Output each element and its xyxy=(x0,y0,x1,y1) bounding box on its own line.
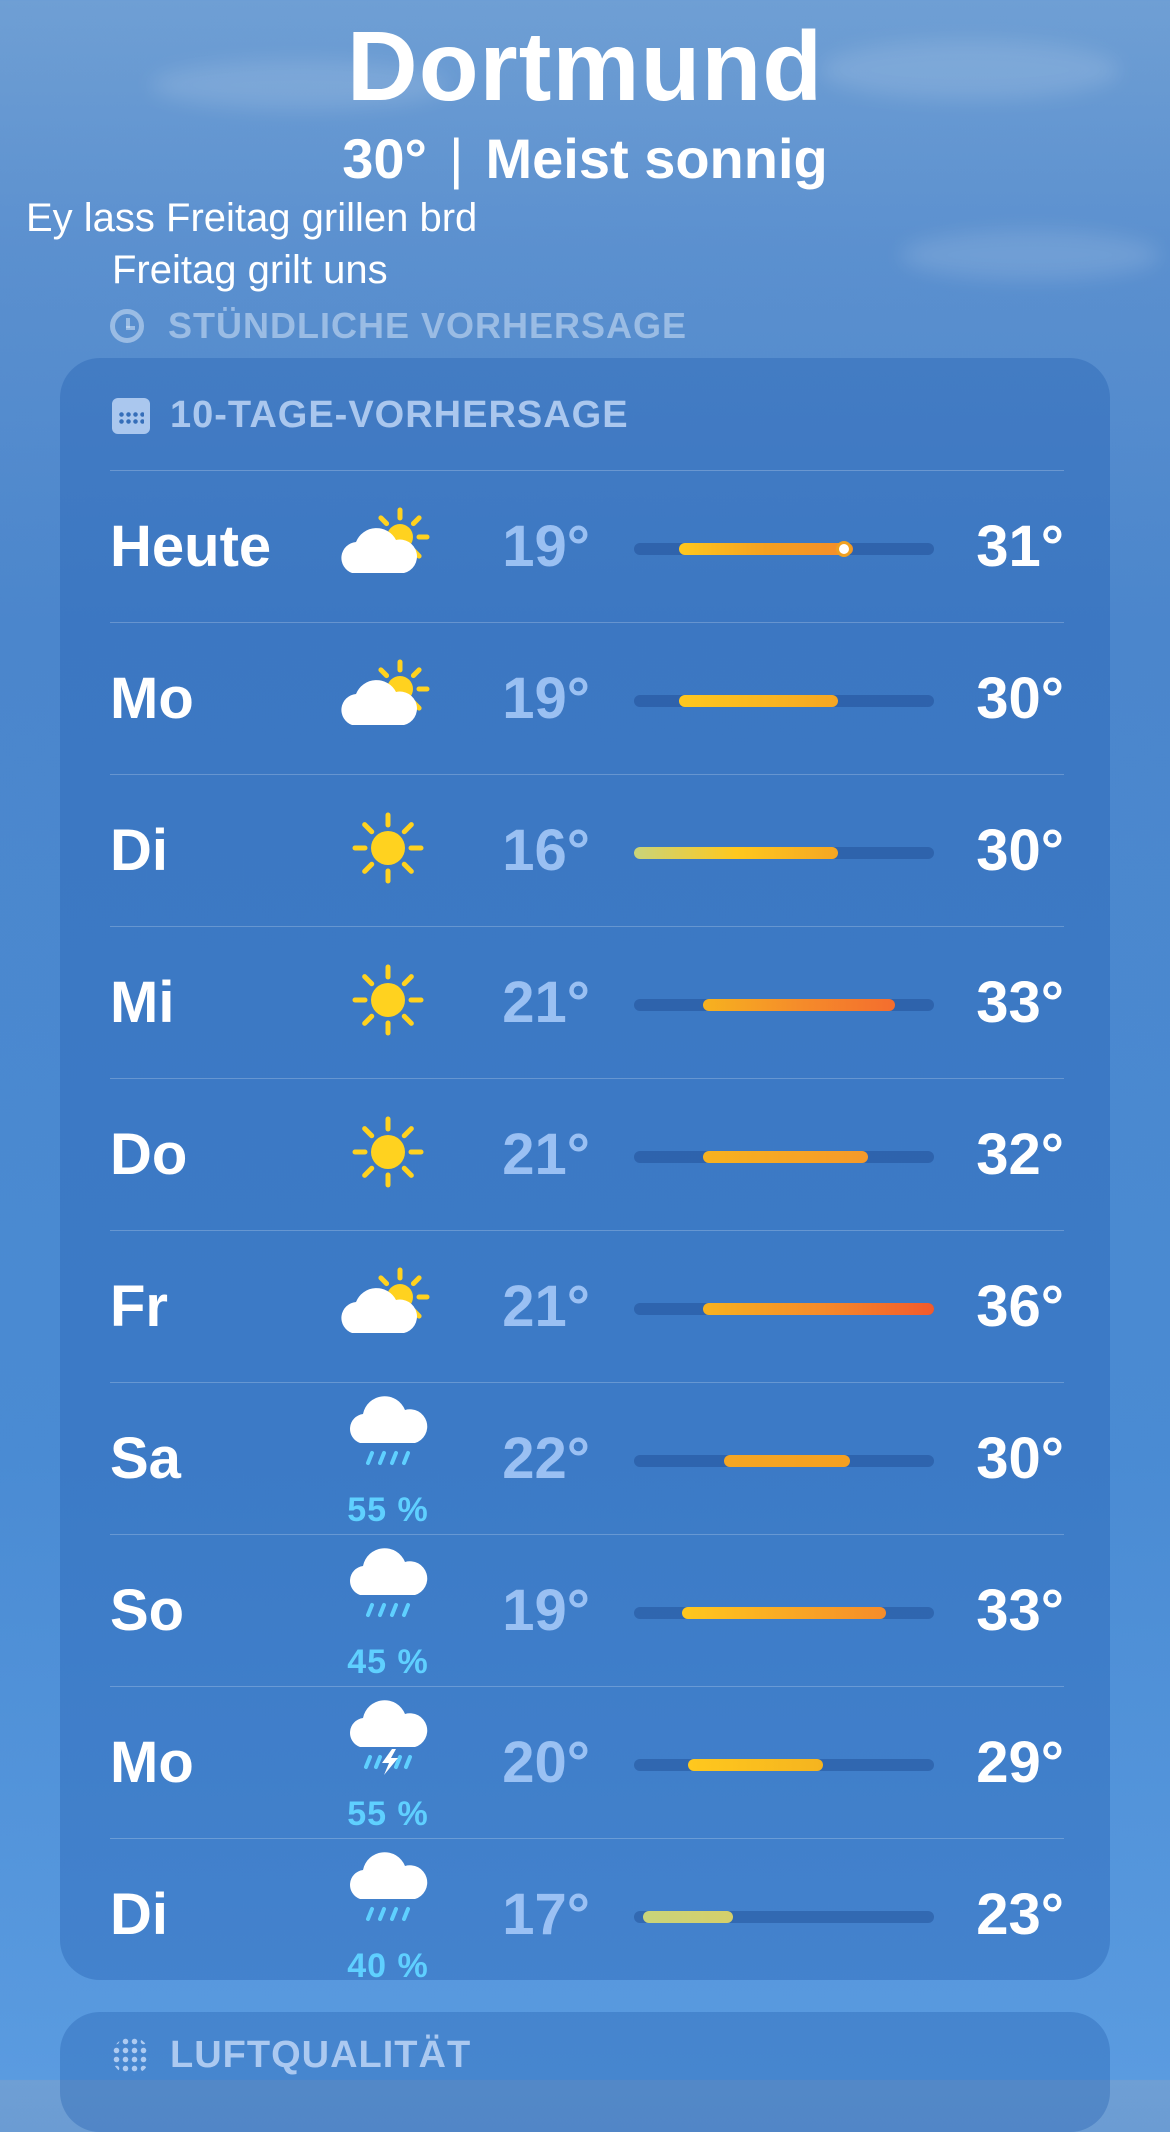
air-quality-header: LUFTQUALITÄT xyxy=(112,2034,471,2077)
sky-cloud xyxy=(900,230,1160,280)
air-quality-card[interactable]: LUFTQUALITÄT xyxy=(60,2012,1110,2132)
low-temp: 17° xyxy=(502,1882,590,1947)
air-quality-icon xyxy=(112,2036,150,2075)
temperature-range-fill xyxy=(724,1455,850,1467)
high-temp: 33° xyxy=(976,1578,1064,1643)
temperature-range-fill xyxy=(634,847,838,859)
current-summary: 30° | Meist sonnig xyxy=(0,126,1170,191)
temperature-range-fill xyxy=(703,999,895,1011)
low-temp: 19° xyxy=(502,1578,590,1643)
forecast-day: Sa xyxy=(110,1426,181,1491)
forecast-day: Fr xyxy=(110,1274,168,1339)
sun-icon xyxy=(338,955,438,1045)
high-temp: 36° xyxy=(976,1274,1064,1339)
forecast-day: Do xyxy=(110,1122,188,1187)
precipitation-chance: 45 % xyxy=(347,1643,429,1681)
temperature-range-fill xyxy=(682,1607,886,1619)
low-temp: 21° xyxy=(502,1122,590,1187)
temperature-range-fill xyxy=(703,1151,868,1163)
ten-day-forecast-card[interactable]: 10-TAGE-VORHERSAGE Heute 19° 31° Mo 19° 30°… xyxy=(60,358,1110,1985)
low-temp: 20° xyxy=(502,1730,590,1795)
temperature-range-bar xyxy=(634,847,934,859)
precipitation-chance: 40 % xyxy=(347,1947,429,1985)
current-temp-indicator xyxy=(836,541,852,557)
city-name: Dortmund xyxy=(346,11,824,121)
temperature-range-bar xyxy=(634,1911,934,1923)
forecast-day: Heute xyxy=(110,514,272,579)
ten-day-forecast-header: 10-TAGE-VORHERSAGE xyxy=(112,394,629,437)
high-temp: 33° xyxy=(976,970,1064,1035)
forecast-row[interactable]: Mo 19° 30° xyxy=(110,622,1064,774)
ten-day-forecast-title: 10-TAGE-VORHERSAGE xyxy=(170,394,629,436)
forecast-row[interactable]: Do 21° 32° xyxy=(110,1078,1064,1230)
low-temp: 21° xyxy=(502,970,590,1035)
temperature-range-fill xyxy=(703,1303,934,1315)
partly-sunny-icon xyxy=(338,1259,438,1349)
high-temp: 31° xyxy=(976,514,1064,579)
forecast-day: So xyxy=(110,1578,185,1643)
temperature-range-bar xyxy=(634,695,934,707)
summary-separator: | xyxy=(448,127,464,190)
high-temp: 30° xyxy=(976,818,1064,883)
temperature-range-bar xyxy=(634,999,934,1011)
temperature-range-bar xyxy=(634,1759,934,1771)
clock-icon xyxy=(110,309,144,343)
forecast-row[interactable]: Heute 19° 31° xyxy=(110,470,1064,622)
high-temp: 30° xyxy=(976,666,1064,731)
partly-sunny-icon xyxy=(338,651,438,741)
temperature-range-bar xyxy=(634,1151,934,1163)
high-temp: 32° xyxy=(976,1122,1064,1187)
precipitation-chance: 55 % xyxy=(347,1795,429,1833)
low-temp: 22° xyxy=(502,1426,590,1491)
forecast-row[interactable]: Mo 55 % 20° 29° xyxy=(110,1686,1064,1838)
temperature-range-fill xyxy=(643,1911,733,1923)
forecast-row[interactable]: Di 16° 30° xyxy=(110,774,1064,926)
rain-icon xyxy=(338,1847,438,1937)
forecast-day: Mo xyxy=(110,1730,194,1795)
current-condition: Meist sonnig xyxy=(485,127,828,190)
rain-icon xyxy=(338,1543,438,1633)
temperature-range-bar xyxy=(634,1303,934,1315)
precipitation-chance: 55 % xyxy=(347,1491,429,1529)
high-temp: 29° xyxy=(976,1730,1064,1795)
temperature-range-fill xyxy=(679,543,853,555)
air-quality-title: LUFTQUALITÄT xyxy=(170,2034,472,2076)
forecast-row[interactable]: Sa 55 % 22° 30° xyxy=(110,1382,1064,1534)
temperature-range-bar xyxy=(634,541,934,557)
forecast-row[interactable]: Fr 21° 36° xyxy=(110,1230,1064,1382)
overlay-caption: Ey lass Freitag grillen brd xyxy=(26,196,478,240)
hourly-forecast-title: STÜNDLICHE VORHERSAGE xyxy=(168,305,688,346)
calendar-icon xyxy=(112,397,150,434)
low-temp: 21° xyxy=(502,1274,590,1339)
low-temp: 16° xyxy=(502,818,590,883)
forecast-list: Heute 19° 31° Mo 19° 30° Di 16° 30° Mi 21° 33° Do 2… xyxy=(110,470,1064,1990)
low-temp: 19° xyxy=(502,514,590,579)
temperature-range-bar xyxy=(634,1455,934,1467)
hourly-forecast-header[interactable]: STÜNDLICHE VORHERSAGE xyxy=(110,305,687,347)
high-temp: 30° xyxy=(976,1426,1064,1491)
forecast-row[interactable]: Mi 21° 33° xyxy=(110,926,1064,1078)
current-temp: 30° xyxy=(342,127,427,190)
forecast-day: Mo xyxy=(110,666,194,731)
overlay-caption: Freitag grilt uns xyxy=(112,248,388,292)
forecast-day: Mi xyxy=(110,970,175,1035)
high-temp: 23° xyxy=(976,1882,1064,1947)
forecast-day: Di xyxy=(110,818,168,883)
thunderstorm-icon xyxy=(338,1695,438,1785)
partly-sunny-icon xyxy=(338,499,438,589)
temperature-range-fill xyxy=(688,1759,823,1771)
sun-icon xyxy=(338,803,438,893)
sun-icon xyxy=(338,1107,438,1197)
low-temp: 19° xyxy=(502,666,590,731)
forecast-row[interactable]: Di 40 % 17° 23° xyxy=(110,1838,1064,1990)
temperature-range-fill xyxy=(679,695,838,707)
forecast-day: Di xyxy=(110,1882,168,1947)
forecast-row[interactable]: So 45 % 19° 33° xyxy=(110,1534,1064,1686)
rain-icon xyxy=(338,1391,438,1481)
temperature-range-bar xyxy=(634,1607,934,1619)
